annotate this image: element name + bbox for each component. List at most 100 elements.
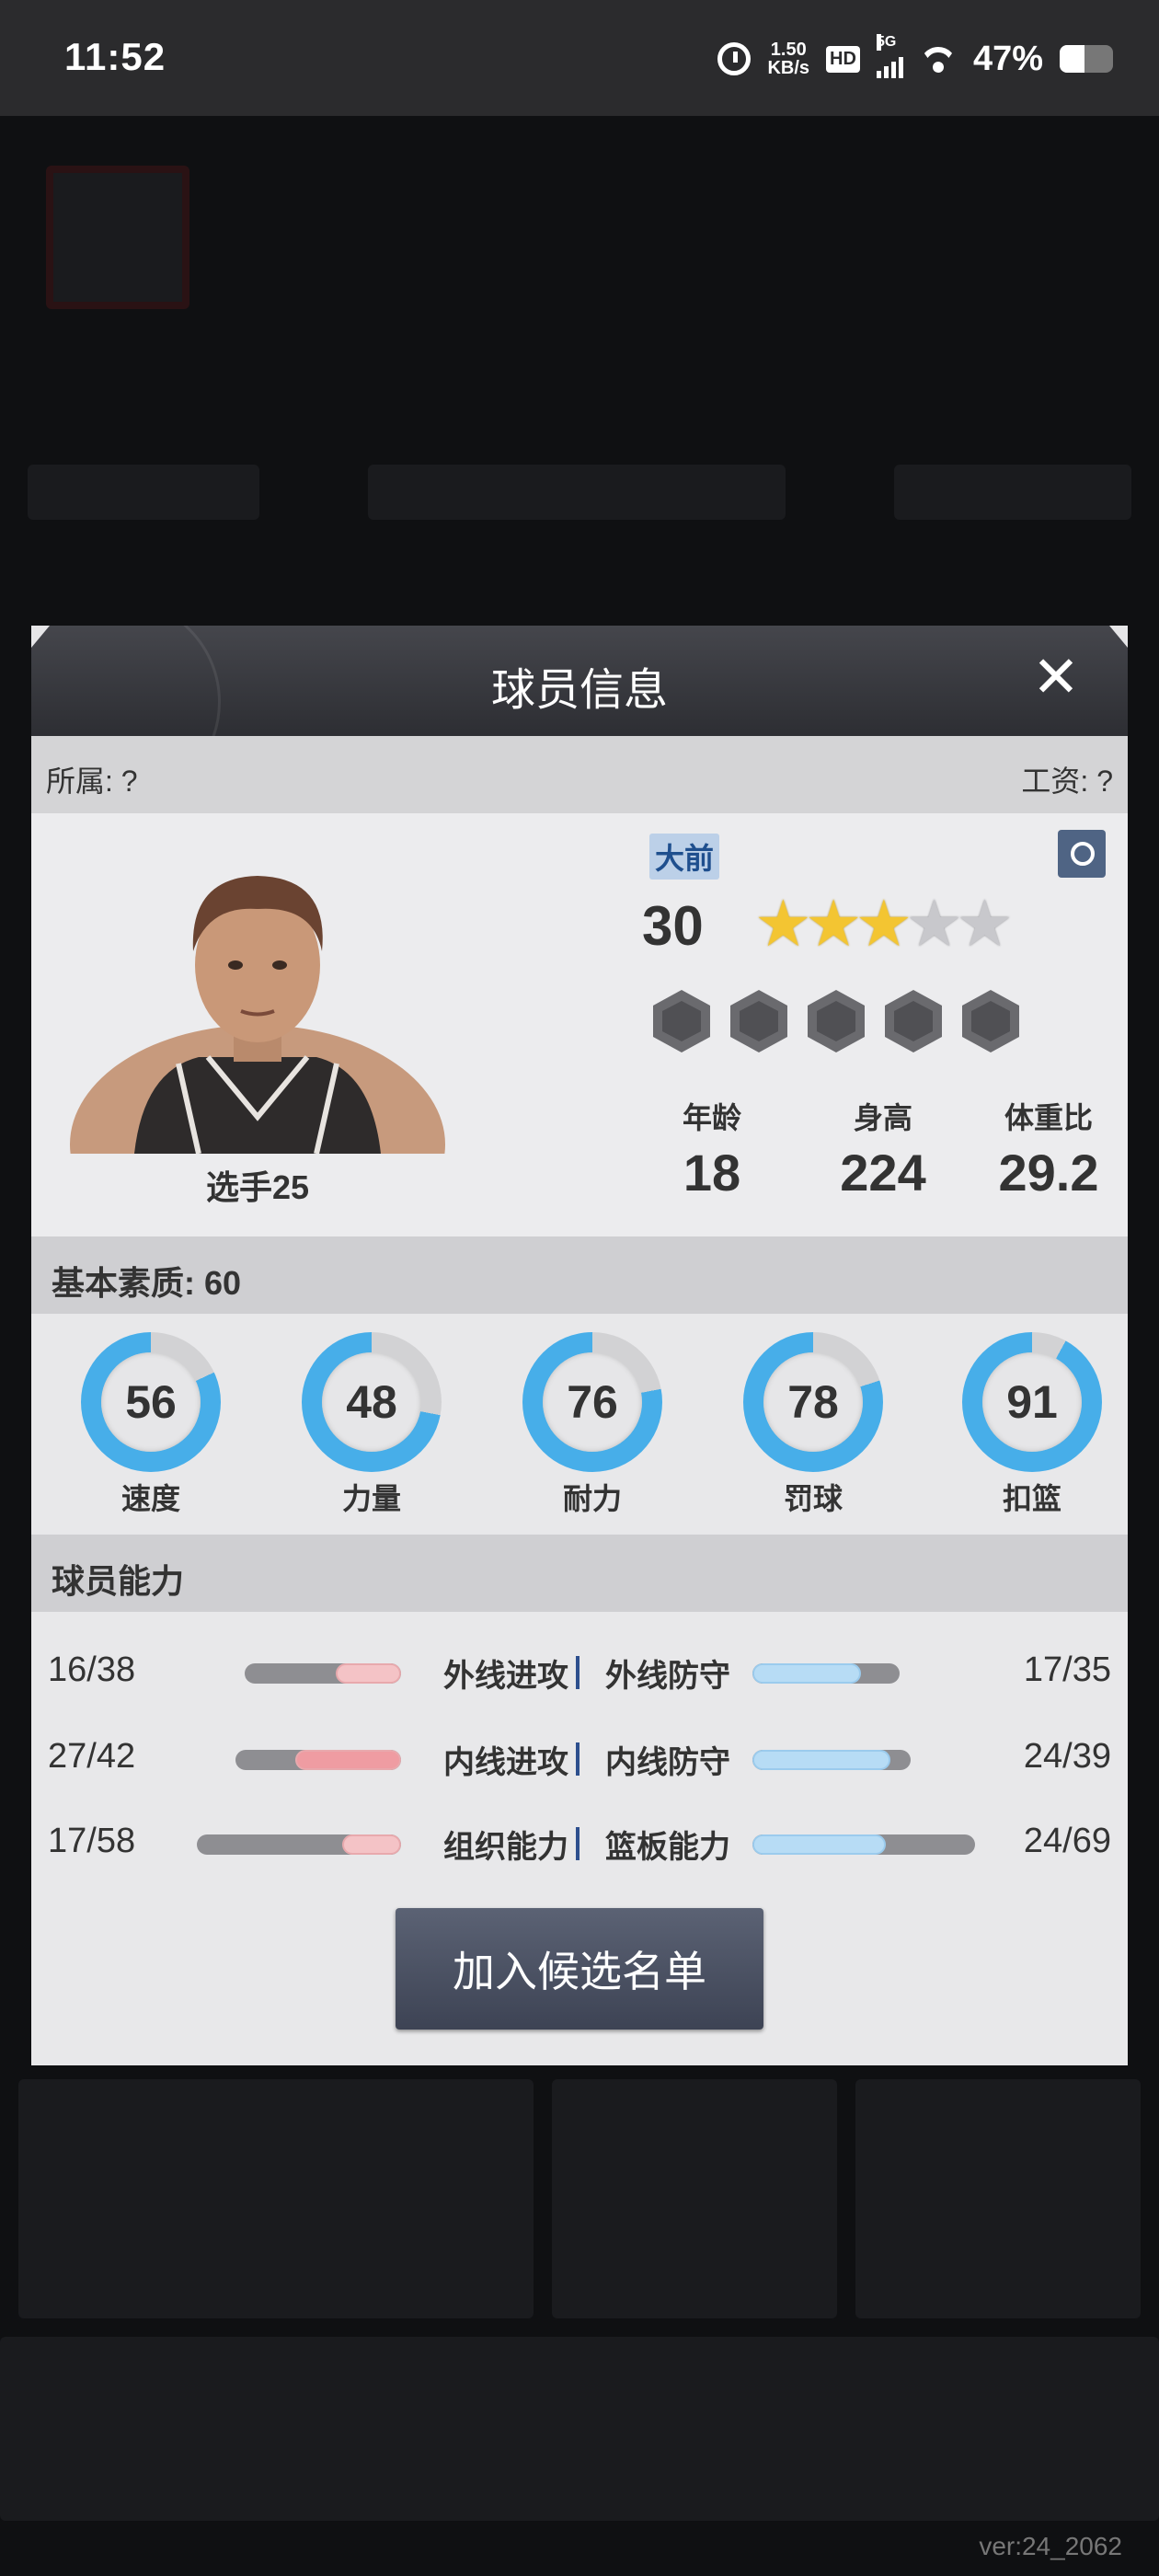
ability-left-bar (197, 1834, 401, 1855)
battery-icon (1060, 45, 1113, 73)
ability-right-name: 篮板能力 (605, 1830, 730, 1865)
team-logo (46, 166, 189, 309)
ability-right-name: 外线防守 (605, 1659, 730, 1694)
height-stat: 身高 224 (791, 1095, 975, 1202)
ability-row: 27/42 内线进攻 内线防守 24/39 (31, 1730, 1128, 1785)
position-badge: 大前 (649, 834, 720, 880)
ability-panel: 加入候选名单 16/38 外线进攻 外线防守 17/35 27/42 内线进攻 内线防守 24… (31, 1612, 1128, 2065)
star-icon: ★ (754, 888, 812, 960)
ability-header: 球员能力 (31, 1535, 1128, 1612)
ability-right-value: 24/69 (1023, 1822, 1111, 1860)
search-button[interactable] (1058, 830, 1106, 878)
quality-value: 76 (543, 1352, 642, 1452)
ability-left-name: 外线进攻 (443, 1659, 568, 1694)
ability-left-value: 16/38 (48, 1650, 136, 1689)
net-speed: 1.50 KB/s (767, 40, 809, 77)
net-speed-value: 1.50 (770, 40, 807, 60)
ability-left-value: 27/42 (48, 1737, 136, 1776)
network-type: 5G (876, 34, 897, 51)
dialog-title: 球员信息 (490, 666, 668, 715)
ability-divider (576, 1827, 580, 1860)
quality-label: 速度 (120, 1482, 180, 1515)
quality-ring-item: 78 罚球 (740, 1332, 887, 1518)
cell-signal-icon: 5G (876, 34, 903, 78)
ability-left-value: 17/58 (48, 1822, 136, 1860)
ability-right-name: 内线防守 (605, 1745, 730, 1780)
version-label: ver:24_2062 (979, 2532, 1122, 2560)
star-icon: ★ (855, 888, 913, 960)
quality-ring-item: 56 速度 (77, 1332, 224, 1518)
alarm-icon (717, 42, 752, 75)
affiliation-label: 所属: ? (46, 765, 138, 798)
basic-quality-header: 基本素质: 60 (31, 1236, 1128, 1314)
status-time: 11:52 (64, 35, 166, 78)
skill-slot-icon[interactable] (653, 990, 710, 1052)
player-rating: 30 (642, 895, 704, 957)
quality-ring-item: 91 扣篮 (958, 1332, 1106, 1518)
player-portrait (70, 876, 445, 1154)
search-icon (1071, 842, 1095, 866)
quality-value: 48 (322, 1352, 421, 1452)
ability-title: 球员能力 (52, 1562, 185, 1600)
wifi-icon (920, 45, 957, 73)
ability-divider (576, 1742, 580, 1776)
star-rating: ★ ★ ★ ★ ★ (754, 887, 1014, 960)
salary-label: 工资: ? (1021, 765, 1113, 798)
quality-ring: 76 (522, 1332, 662, 1472)
ability-right-bar (752, 1663, 900, 1684)
net-speed-unit: KB/s (767, 58, 810, 78)
quality-ring-item: 48 力量 (298, 1332, 445, 1518)
age-label: 年龄 (682, 1101, 741, 1134)
quality-value: 56 (101, 1352, 201, 1452)
ability-row: 16/38 外线进攻 外线防守 17/35 (31, 1643, 1128, 1698)
status-bar: 11:52 1.50 KB/s HD 5G 47% (0, 0, 1159, 116)
ability-right-value: 17/35 (1023, 1650, 1111, 1689)
quality-label: 力量 (341, 1482, 401, 1515)
quality-ring: 56 (81, 1332, 221, 1472)
age-stat: 年龄 18 (620, 1095, 804, 1202)
dialog-header: 球员信息 ✕ (31, 626, 1128, 736)
basic-quality-title: 基本素质: 60 (52, 1264, 242, 1302)
skill-slot-icon[interactable] (962, 990, 1019, 1052)
status-icons: 1.50 KB/s HD 5G 47% (717, 34, 1113, 79)
age-value: 18 (683, 1144, 741, 1202)
skill-slot-icon[interactable] (808, 990, 865, 1052)
ability-row: 17/58 组织能力 篮板能力 24/69 (31, 1814, 1128, 1869)
star-icon: ★ (905, 888, 964, 960)
star-icon: ★ (956, 888, 1014, 960)
ability-right-value: 24/39 (1023, 1737, 1111, 1776)
ability-left-bar (245, 1663, 401, 1684)
height-label: 身高 (853, 1101, 912, 1134)
hd-badge: HD (826, 45, 860, 73)
quality-label: 耐力 (562, 1482, 622, 1515)
ability-left-name: 组织能力 (443, 1830, 568, 1865)
height-value: 224 (840, 1144, 926, 1202)
quality-value: 91 (982, 1352, 1082, 1452)
quality-ring-item: 76 耐力 (519, 1332, 666, 1518)
weight-ratio-stat: 体重比 29.2 (957, 1095, 1141, 1202)
close-icon[interactable]: ✕ (1032, 646, 1080, 710)
ability-right-bar (752, 1750, 911, 1770)
player-name: 选手25 (205, 1168, 310, 1206)
ability-divider (576, 1656, 580, 1689)
quality-ring: 48 (302, 1332, 442, 1472)
quality-value: 78 (763, 1352, 863, 1452)
player-info-dialog: 球员信息 ✕ 所属: ? 工资: ? 选手25 大前 30 ★★★★★ (31, 626, 1128, 2065)
skill-slot-icon[interactable] (885, 990, 942, 1052)
quality-label: 扣篮 (1002, 1482, 1061, 1515)
skill-slots (653, 990, 1019, 1052)
ability-left-bar (235, 1750, 401, 1770)
weight-ratio-value: 29.2 (998, 1144, 1099, 1202)
basic-quality-rings: 56 速度 48 力量 76 耐力 78 罚球 91 扣篮 (31, 1314, 1128, 1535)
quality-ring: 91 (962, 1332, 1102, 1472)
ability-right-bar (752, 1834, 975, 1855)
quality-label: 罚球 (783, 1482, 843, 1515)
affiliation-bar: 所属: ? 工资: ? (31, 736, 1128, 813)
skill-slot-icon[interactable] (730, 990, 787, 1052)
quality-ring: 78 (743, 1332, 883, 1472)
add-to-candidates-button[interactable]: 加入候选名单 (396, 1908, 763, 2030)
battery-percent: 47% (972, 39, 1043, 78)
weight-ratio-label: 体重比 (1004, 1101, 1093, 1134)
star-icon: ★ (804, 888, 863, 960)
player-profile: 选手25 大前 30 ★ ★ ★ ★ ★ 年龄 18 身高 224 体重比 29.2 (31, 813, 1128, 1238)
